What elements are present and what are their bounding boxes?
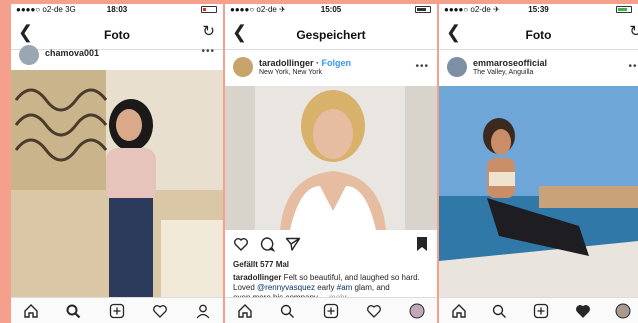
- home-icon[interactable]: [237, 303, 253, 319]
- post-username[interactable]: chamova001: [45, 48, 99, 58]
- phone-screen-2: ●●●●○ o2-de ✈ 15:05 ❮ Gespeichert tarado…: [225, 4, 437, 323]
- battery-icon: [616, 6, 632, 13]
- avatar[interactable]: [233, 57, 253, 77]
- avatar[interactable]: [447, 57, 467, 77]
- profile-icon[interactable]: [409, 303, 425, 319]
- more-options-icon[interactable]: •••: [628, 61, 638, 72]
- add-icon[interactable]: [109, 303, 125, 319]
- post-location[interactable]: New York, New York: [259, 69, 322, 76]
- more-options-icon[interactable]: •••: [201, 46, 215, 57]
- heart-icon[interactable]: [575, 303, 591, 319]
- phone-screen-3: ●●●●○ o2-de ✈ 15:39 ❮ Foto ↻ emmaroseoff…: [439, 4, 638, 323]
- status-time: 15:05: [320, 5, 342, 14]
- add-icon[interactable]: [533, 303, 549, 319]
- caption-mention[interactable]: @rennyvasquez: [257, 283, 315, 292]
- status-bar: ●●●●○ o2-de ✈ 15:39: [439, 4, 638, 16]
- heart-icon[interactable]: [366, 303, 382, 319]
- post-header: taradollinger · Folgen New York, New Yor…: [225, 54, 437, 84]
- battery-icon: [201, 6, 217, 13]
- post-header-line: taradollinger · Folgen: [259, 58, 351, 68]
- home-icon[interactable]: [451, 303, 467, 319]
- search-icon[interactable]: [65, 303, 81, 319]
- tab-bar: [225, 297, 437, 323]
- tab-bar: [11, 297, 223, 323]
- avatar[interactable]: [19, 45, 39, 65]
- post-header: emmaroseofficial The Valley, Anguilla ••…: [439, 54, 638, 84]
- separator: ·: [313, 58, 322, 68]
- battery-icon: [415, 6, 431, 13]
- post-location[interactable]: The Valley, Anguilla: [473, 69, 533, 76]
- status-bar: ●●●●○ o2-de 3G 18:03: [11, 4, 223, 16]
- heart-icon[interactable]: [152, 303, 168, 319]
- page-title: Foto: [104, 28, 130, 42]
- share-icon[interactable]: [285, 236, 301, 252]
- refresh-icon[interactable]: ↻: [202, 24, 215, 39]
- profile-icon[interactable]: [195, 303, 211, 319]
- caption-text: early: [314, 283, 337, 292]
- page-title: Gespeichert: [296, 28, 366, 42]
- post-photo[interactable]: [439, 86, 638, 297]
- tab-bar: [439, 297, 638, 323]
- post-photo[interactable]: [11, 70, 223, 297]
- nav-bar: ❮ Foto ↻: [439, 16, 638, 50]
- page-title: Foto: [525, 28, 552, 42]
- heart-icon[interactable]: [233, 236, 249, 252]
- post-username[interactable]: emmaroseofficial: [473, 58, 547, 68]
- search-icon[interactable]: [279, 303, 295, 319]
- post-username[interactable]: taradollinger: [259, 58, 314, 68]
- phone-screen-1: ●●●●○ o2-de 3G 18:03 ❮ Foto ↻ chamova001…: [11, 4, 223, 323]
- add-icon[interactable]: [323, 303, 339, 319]
- caption-username[interactable]: taradollinger: [233, 273, 281, 282]
- home-icon[interactable]: [23, 303, 39, 319]
- profile-icon[interactable]: [615, 303, 631, 319]
- caption-text: glam, and: [352, 283, 390, 292]
- status-bar: ●●●●○ o2-de ✈ 15:05: [225, 4, 437, 16]
- refresh-icon[interactable]: ↻: [629, 24, 638, 39]
- bookmark-icon[interactable]: [415, 236, 429, 252]
- caption-hashtag[interactable]: #am: [337, 283, 353, 292]
- nav-bar: ❮ Gespeichert: [225, 16, 437, 50]
- more-options-icon[interactable]: •••: [415, 61, 429, 72]
- search-icon[interactable]: [491, 303, 507, 319]
- post-actions: [225, 232, 437, 256]
- like-count[interactable]: Gefällt 577 Mal: [233, 260, 289, 269]
- comment-icon[interactable]: [259, 236, 275, 252]
- status-time: 18:03: [106, 5, 128, 14]
- post-photo[interactable]: [225, 86, 437, 230]
- status-time: 15:39: [528, 5, 549, 14]
- follow-button[interactable]: Folgen: [322, 58, 352, 68]
